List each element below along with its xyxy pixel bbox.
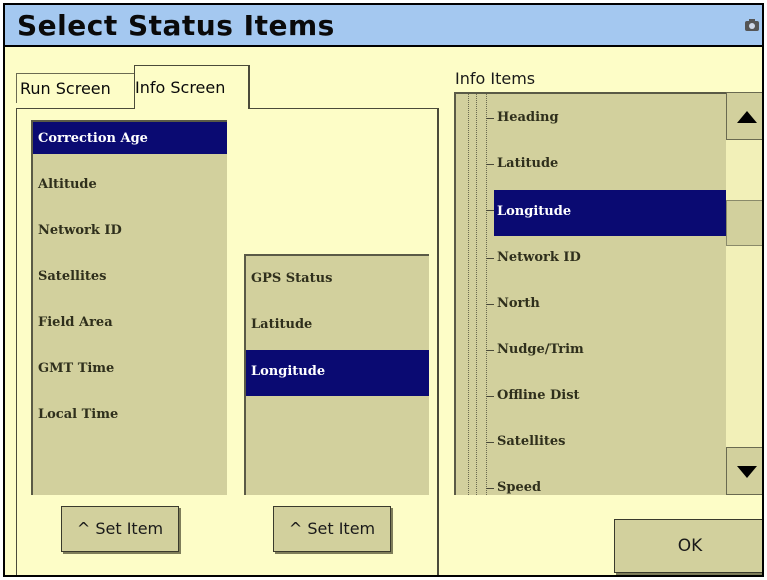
camera-icon[interactable] xyxy=(744,18,760,32)
scroll-down-button[interactable] xyxy=(726,447,762,495)
ok-button[interactable]: OK xyxy=(614,519,762,573)
tree-item[interactable]: Offline Dist xyxy=(486,376,726,418)
tree-guide-line xyxy=(468,94,469,495)
list-item[interactable]: Latitude xyxy=(246,308,429,340)
list-item[interactable]: Longitude xyxy=(246,350,429,396)
list-item[interactable]: GMT Time xyxy=(33,352,227,384)
list-item[interactable]: Field Area xyxy=(33,306,227,338)
dialog-window: Select Status Items Run Screen Info Scre… xyxy=(3,3,764,577)
dialog-title: Select Status Items xyxy=(17,9,335,42)
tree-item[interactable]: Nudge/Trim xyxy=(486,330,726,372)
set-item-button-left[interactable]: ^ Set Item xyxy=(61,506,179,552)
tree-item[interactable]: Satellites xyxy=(486,422,726,464)
tab-info-screen[interactable]: Info Screen xyxy=(134,65,250,109)
assigned-items-list[interactable]: GPS Status Latitude Longitude xyxy=(244,254,429,495)
list-item[interactable]: Network ID xyxy=(33,214,227,246)
info-items-tree[interactable]: Heading Latitude Longitude Network ID No… xyxy=(454,92,726,495)
tree-item[interactable]: North xyxy=(486,284,726,326)
scroll-up-button[interactable] xyxy=(726,92,762,140)
tree-item[interactable]: Heading xyxy=(486,98,726,140)
tree-item[interactable]: Latitude xyxy=(486,144,726,186)
arrow-up-icon xyxy=(737,111,757,123)
list-item[interactable]: Altitude xyxy=(33,168,227,200)
set-item-button-right[interactable]: ^ Set Item xyxy=(273,506,391,552)
list-item[interactable]: Satellites xyxy=(33,260,227,292)
tab-run-screen[interactable]: Run Screen xyxy=(16,73,134,103)
tree-item[interactable]: Speed xyxy=(486,468,726,495)
list-item[interactable]: Correction Age xyxy=(33,122,227,154)
tree-guide-line xyxy=(486,94,487,495)
tree-item[interactable]: Network ID xyxy=(486,238,726,280)
info-items-label: Info Items xyxy=(455,69,536,88)
scroll-thumb[interactable] xyxy=(726,200,762,246)
title-bar: Select Status Items xyxy=(5,5,762,47)
info-items-scrollbar[interactable] xyxy=(726,92,762,495)
tree-guide-line xyxy=(476,94,477,495)
arrow-down-icon xyxy=(737,466,757,478)
list-item[interactable]: Local Time xyxy=(33,398,227,430)
list-item[interactable]: GPS Status xyxy=(246,262,429,294)
tree-item[interactable]: Longitude xyxy=(486,190,726,236)
available-items-list[interactable]: Correction Age Altitude Network ID Satel… xyxy=(31,120,227,495)
